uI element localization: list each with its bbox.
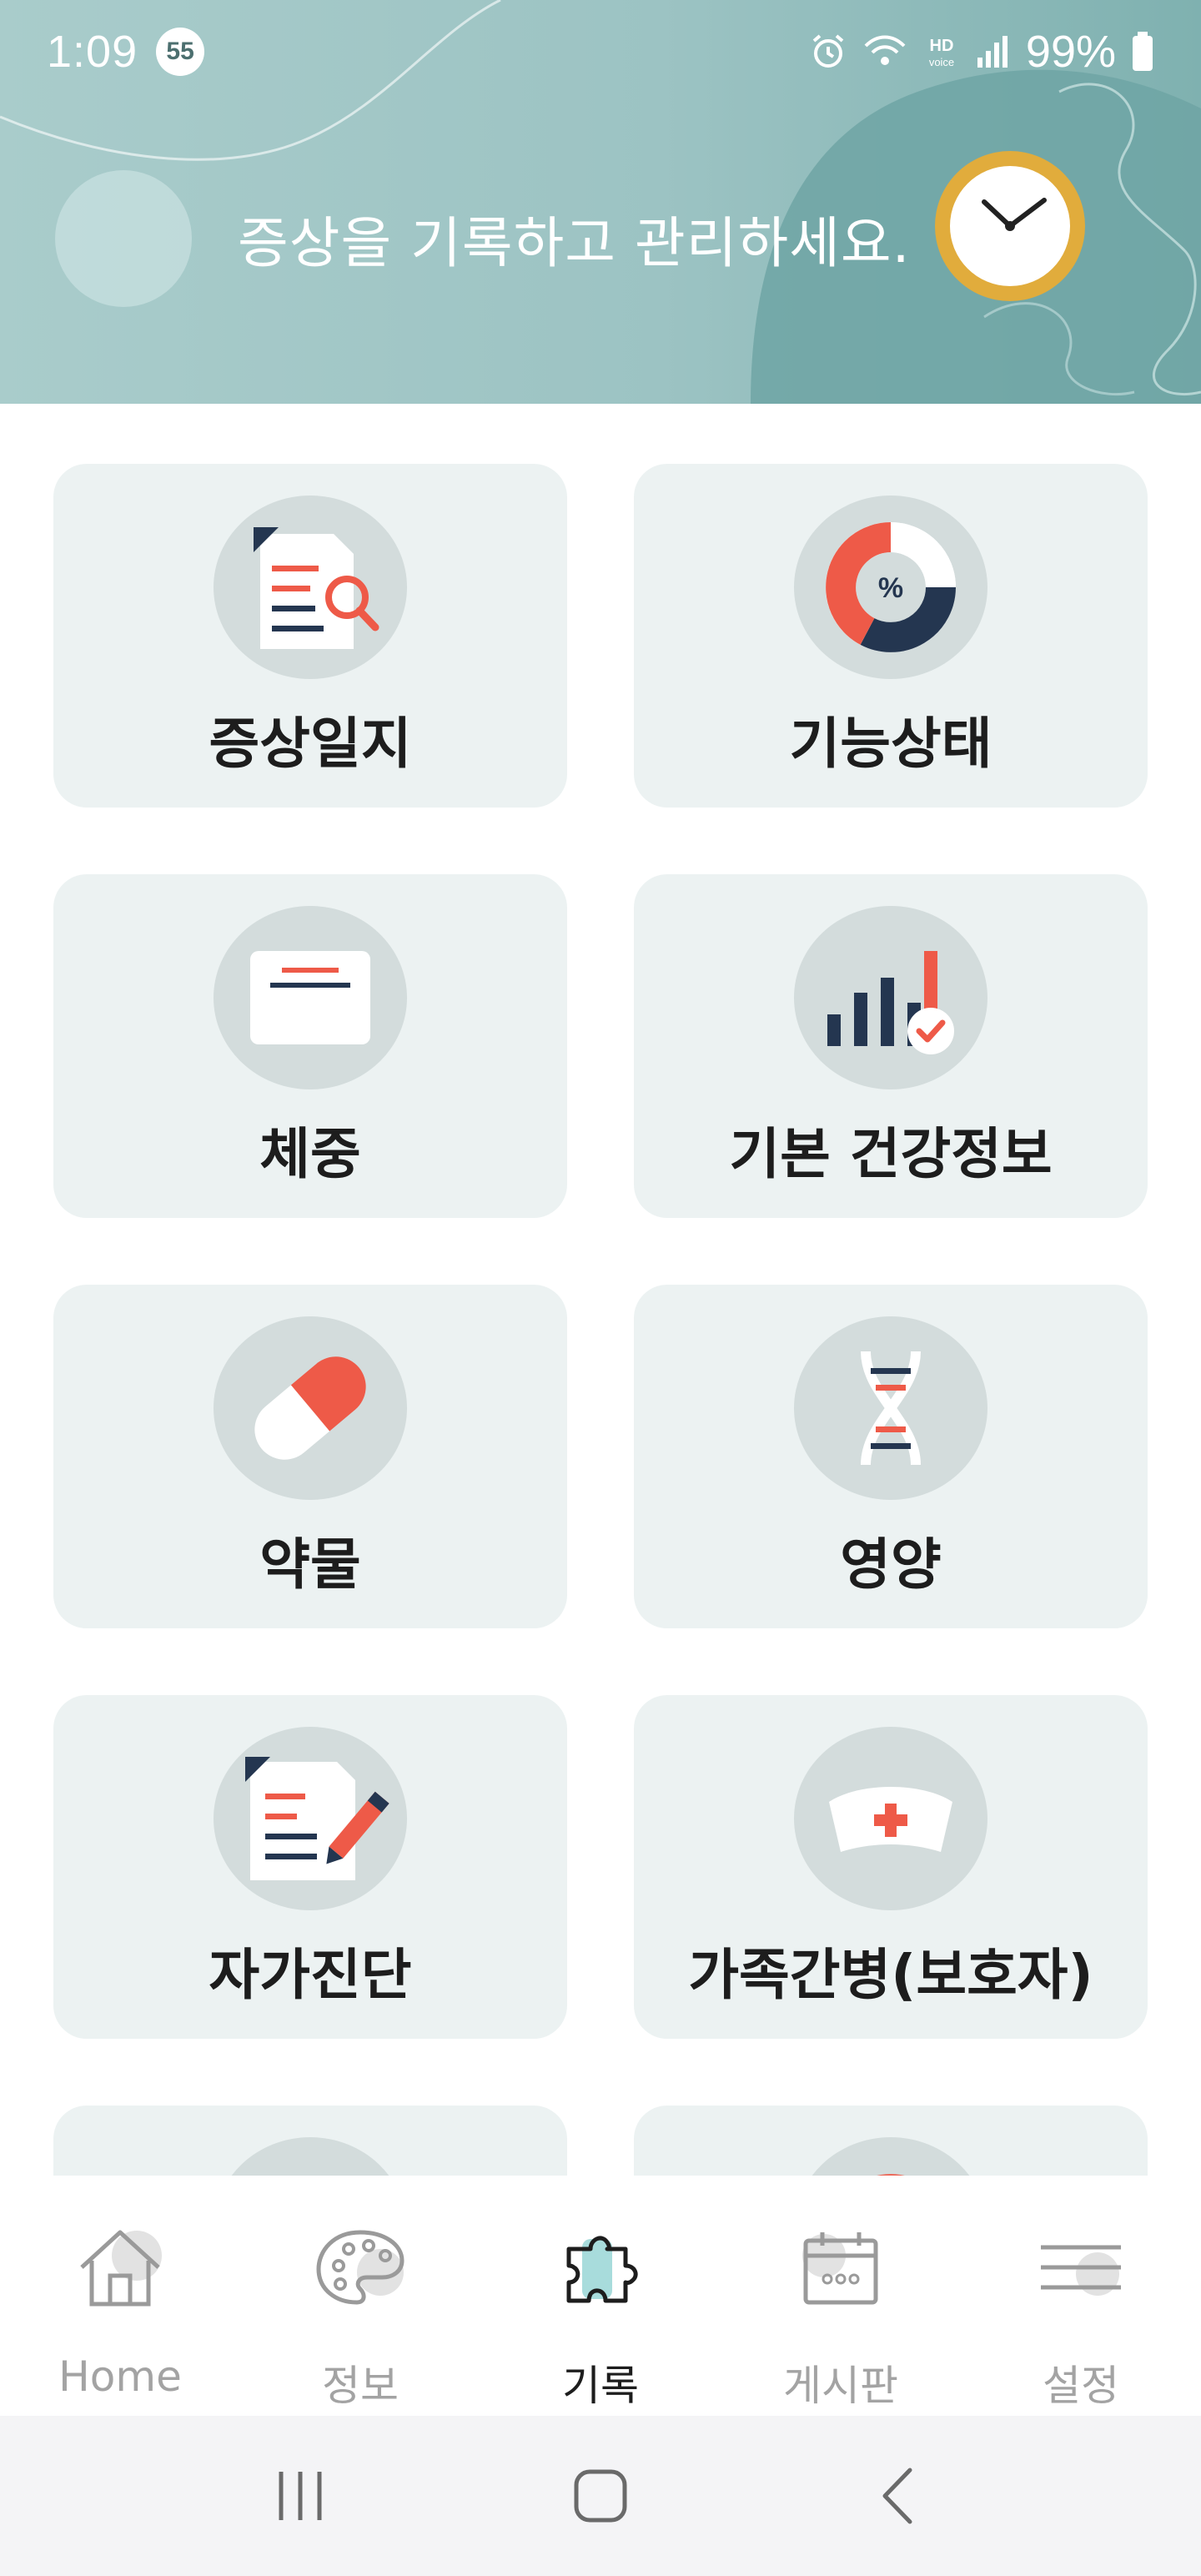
card-symptom-diary[interactable]: 증상일지: [53, 464, 567, 808]
percent-donut-icon: %: [792, 494, 989, 681]
nav-item-settings[interactable]: 설정: [961, 2176, 1201, 2416]
battery-percent: 99%: [1025, 27, 1116, 77]
card-label: 자가진단: [209, 1943, 412, 2007]
system-navigation-bar: [0, 2416, 1201, 2576]
card-weight[interactable]: 체중: [53, 874, 567, 1218]
pill-icon: [212, 1315, 409, 1502]
nav-item-board[interactable]: 게시판: [721, 2176, 961, 2416]
puzzle-icon: [550, 2217, 651, 2317]
back-icon[interactable]: [851, 2446, 951, 2546]
hd-voice-icon: HD voice: [922, 33, 961, 71]
clock-icon: [932, 148, 1088, 304]
status-icons: HD voice 99%: [809, 26, 1154, 78]
wifi-icon: [862, 33, 907, 71]
card-nutrition[interactable]: 영양: [634, 1285, 1148, 1628]
card-label: 기본 건강정보: [729, 1122, 1053, 1186]
page-title: 증상을 기록하고 관리하세요.: [238, 211, 911, 275]
card-partial-right[interactable]: [634, 2106, 1148, 2176]
card-label: 가족간병(보호자): [688, 1943, 1093, 2007]
signal-icon: [976, 33, 1011, 71]
card-self-diagnosis[interactable]: 자가진단: [53, 1695, 567, 2039]
document-search-icon: [212, 494, 409, 681]
card-medication[interactable]: 약물: [53, 1285, 567, 1628]
home-icon: [70, 2217, 170, 2317]
nav-item-home[interactable]: Home: [0, 2176, 240, 2416]
nav-label: 기록: [562, 2362, 639, 2410]
card-label: 기능상태: [789, 712, 992, 776]
bar-chart-check-icon: [792, 904, 989, 1091]
nav-item-info[interactable]: 정보: [240, 2176, 480, 2416]
card-functional-status[interactable]: % 기능상태: [634, 464, 1148, 808]
nav-label: 정보: [322, 2362, 399, 2410]
document-pen-icon: [212, 1725, 409, 1912]
status-time: 1:09: [47, 27, 138, 77]
header-banner: 1:09 55 HD voice 99% 증상을 기록하고 관리하세요.: [0, 0, 1201, 404]
card-family-caregiver[interactable]: 가족간병(보호자): [634, 1695, 1148, 2039]
card-label: 약물: [259, 1532, 361, 1597]
svg-text:voice: voice: [929, 56, 954, 68]
battery-icon: [1131, 32, 1154, 72]
card-label: 체중: [259, 1122, 361, 1186]
nav-label: 게시판: [783, 2362, 898, 2410]
partial-icon: [212, 2136, 409, 2176]
menu-icon: [1031, 2217, 1131, 2317]
calendar-icon: [791, 2217, 891, 2317]
record-menu-grid: 증상일지 % 기능상태 체중 기본 건강정보 약물 영양 자가진단 가족간병(보…: [53, 464, 1148, 2176]
card-basic-health-info[interactable]: 기본 건강정보: [634, 874, 1148, 1218]
recent-apps-icon[interactable]: [250, 2446, 350, 2546]
nav-label: 설정: [1043, 2362, 1119, 2410]
dna-icon: [792, 1315, 989, 1502]
card-label: 영양: [840, 1532, 942, 1597]
svg-text:HD: HD: [929, 37, 953, 55]
status-bar: 1:09 55 HD voice 99%: [0, 0, 1201, 103]
palette-icon: [310, 2217, 410, 2317]
nav-label: Home: [58, 2352, 182, 2401]
card-label: 증상일지: [209, 712, 412, 776]
bottom-navigation: Home 정보 기록 게시판 설정: [0, 2176, 1201, 2416]
scale-icon: [212, 904, 409, 1091]
nurse-cap-icon: [792, 1725, 989, 1912]
home-button-icon[interactable]: [550, 2446, 651, 2546]
card-partial-left[interactable]: [53, 2106, 567, 2176]
partial-icon: [792, 2136, 989, 2176]
alarm-icon: [809, 33, 847, 71]
nav-item-record[interactable]: 기록: [480, 2176, 721, 2416]
notification-count-badge: 55: [156, 28, 205, 76]
svg-text:%: %: [878, 572, 903, 604]
